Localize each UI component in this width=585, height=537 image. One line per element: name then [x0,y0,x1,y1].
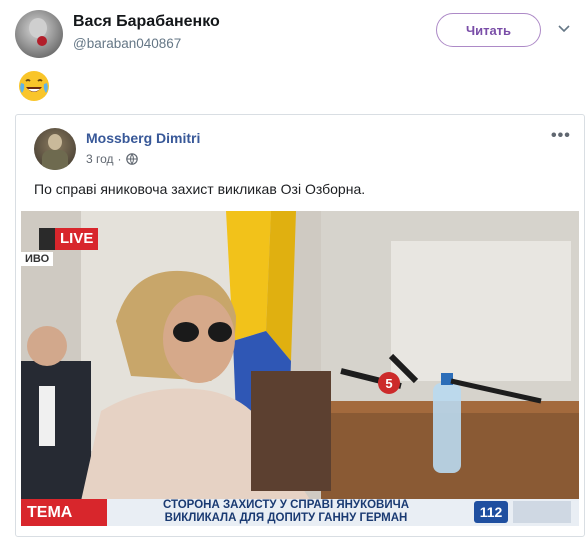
embed-author-avatar[interactable] [34,128,76,170]
chevron-down-icon[interactable] [556,20,572,36]
live-label: LIVE [55,228,99,250]
author-avatar[interactable] [15,10,63,58]
more-options-icon[interactable]: ••• [551,127,571,145]
tv-screen-illustration: 5 [21,211,579,526]
tweet-header: Вася Барабаненко @baraban040867 Читать [15,10,575,62]
embed-author-name[interactable]: Mossberg Dimitri [86,130,200,146]
embed-post-time[interactable]: 3 год [86,152,114,166]
live-sub-label: ИВО [21,252,54,266]
embedded-facebook-post[interactable]: Mossberg Dimitri 3 год · ••• По справі я… [15,114,585,537]
globe-icon [125,153,138,165]
live-badge: LIVE [39,228,99,250]
ticker-tag: ТЕМА [21,499,107,526]
author-handle[interactable]: @baraban040867 [73,36,181,51]
mic-channel-label: 5 [385,376,392,391]
ticker-headline: СТОРОНА ЗАХИСТУ У СПРАВІ ЯНУКОВИЧА ВИКЛИ… [116,499,456,524]
channel-number-badge: 112 [474,501,508,523]
author-name[interactable]: Вася Барабаненко [73,13,220,31]
embed-post-text: По справі яниковоча захист викликав Озі … [34,181,366,197]
ticker-line-1: СТОРОНА ЗАХИСТУ У СПРАВІ ЯНУКОВИЧА [162,499,410,511]
ticker-line-2: ВИКЛИКАЛА ДЛЯ ДОПИТУ ГАННУ ГЕРМАН [164,511,408,524]
meta-separator: · [117,152,122,166]
channel-logo [513,501,571,523]
face-with-tears-of-joy-icon [17,69,51,103]
news-ticker: ТЕМА СТОРОНА ЗАХИСТУ У СПРАВІ ЯНУКОВИЧА … [21,499,579,526]
embed-post-photo[interactable]: 5 LIVE ИВО ТЕМА СТОРОНА ЗАХИСТУ У СПРАВІ… [21,211,579,526]
embed-post-meta: 3 год · [86,152,138,166]
follow-button[interactable]: Читать [436,13,541,47]
